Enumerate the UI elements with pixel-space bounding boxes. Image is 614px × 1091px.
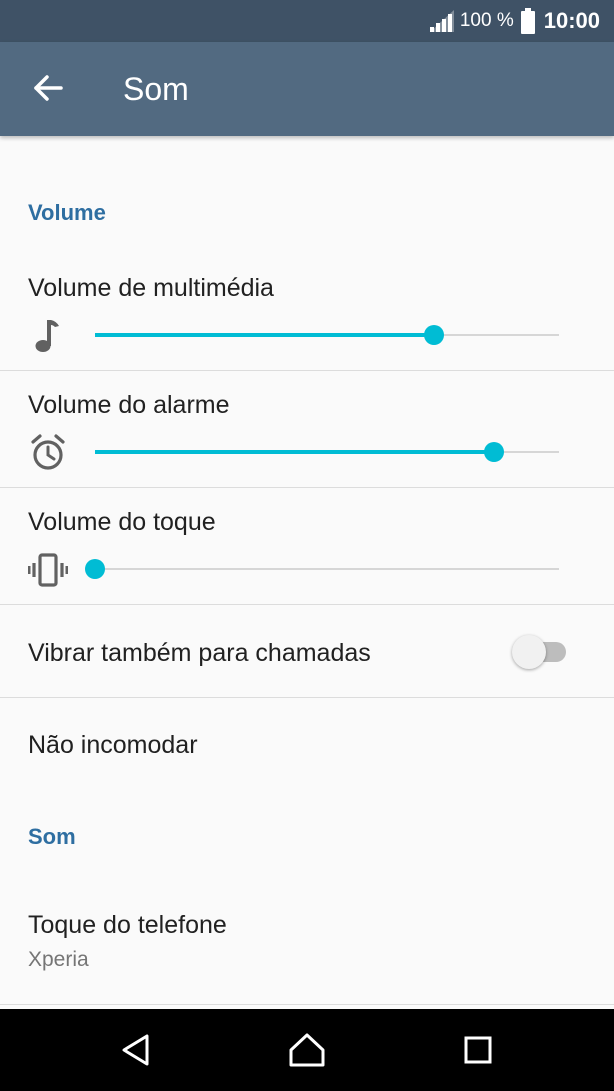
nav-recents-button[interactable]	[458, 1030, 498, 1070]
alarm-clock-icon	[31, 434, 65, 470]
section-header-sound: Som	[28, 824, 76, 849]
vibrate-calls-label: Vibrar também para chamadas	[28, 639, 371, 667]
arrow-back-icon	[34, 75, 63, 101]
ringer-volume-slider[interactable]	[85, 557, 559, 581]
status-icons: 100 % 10:00	[428, 0, 600, 42]
alarm-volume-slider[interactable]	[95, 440, 559, 464]
nav-back-icon	[122, 1034, 149, 1066]
do-not-disturb-label: Não incomodar	[28, 731, 198, 759]
nav-recents-icon	[464, 1036, 492, 1064]
divider	[0, 487, 614, 488]
slider-fill	[95, 333, 434, 337]
slider-thumb[interactable]	[423, 325, 444, 345]
slider-thumb[interactable]	[484, 442, 505, 462]
nav-back-button[interactable]	[117, 1030, 157, 1070]
status-bar: 100 % 10:00	[0, 0, 614, 42]
battery-percent: 100 %	[459, 10, 514, 31]
media-volume-slider[interactable]	[95, 323, 559, 347]
cell-signal-icon	[429, 10, 454, 32]
slider-track	[95, 568, 559, 570]
nav-home-button[interactable]	[287, 1030, 327, 1070]
media-volume-label: Volume de multimédia	[28, 274, 274, 302]
section-header-volume: Volume	[28, 200, 106, 225]
navigation-bar	[0, 1009, 614, 1091]
vibrate-icon	[28, 553, 68, 587]
settings-list[interactable]: Volume Volume de multimédia Volume do al…	[0, 136, 614, 1009]
clock: 10:00	[543, 8, 600, 33]
toggle-thumb	[512, 635, 546, 669]
ringer-volume-label: Volume do toque	[28, 508, 216, 536]
divider	[0, 1004, 614, 1005]
divider	[0, 370, 614, 371]
alarm-volume-label: Volume do alarme	[28, 391, 230, 419]
app-bar: Som	[0, 42, 614, 136]
ringtone-value: Xperia	[28, 948, 89, 971]
slider-fill	[95, 450, 495, 454]
ringtone-label: Toque do telefone	[28, 911, 227, 939]
back-button[interactable]	[28, 68, 68, 108]
vibrate-calls-toggle[interactable]	[512, 635, 570, 669]
music-note-icon	[35, 320, 59, 352]
page-title: Som	[123, 71, 189, 107]
ringtone-row[interactable]	[0, 886, 614, 1004]
battery-full-icon	[520, 8, 535, 34]
slider-thumb[interactable]	[85, 559, 105, 579]
nav-home-icon	[289, 1033, 325, 1067]
